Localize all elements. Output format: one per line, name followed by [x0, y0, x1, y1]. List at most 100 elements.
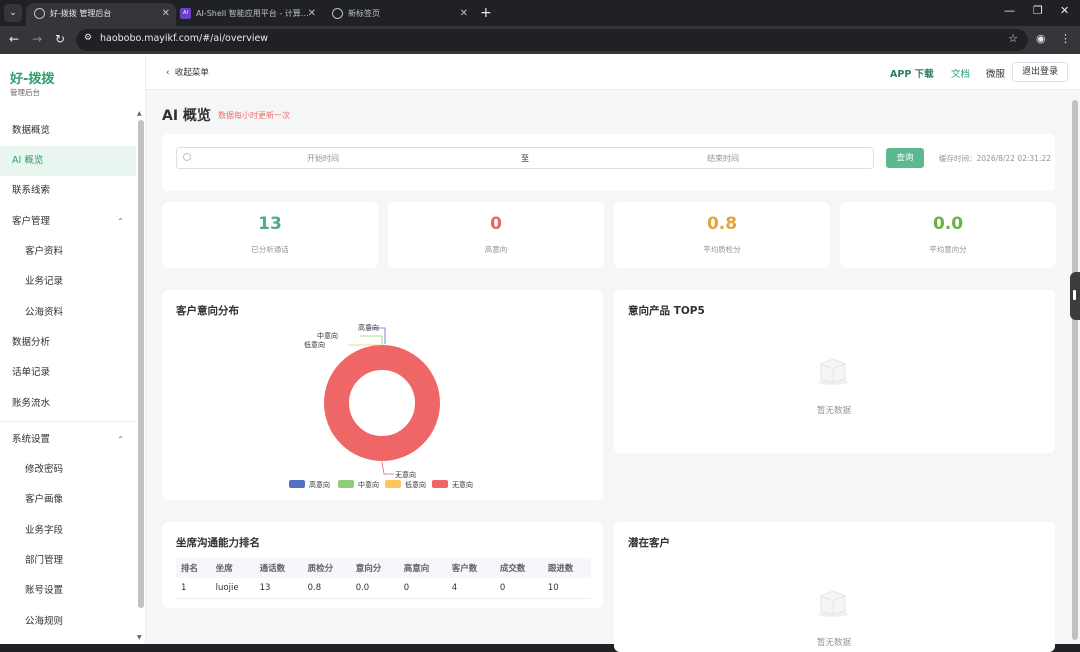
browser-tab-aishell[interactable]: AI AI-Shell 智能应用平台 - 计算… ✕ [172, 3, 322, 26]
restore-icon[interactable]: ❐ [1033, 4, 1043, 17]
app-download-link[interactable]: APP 下载 [890, 66, 934, 80]
column-header: 成交数 [494, 558, 543, 578]
legend-item[interactable]: 中意向 [338, 480, 379, 489]
stat-value: 0.8 [706, 214, 738, 234]
stat-card-high-intent: 0 高意向 [388, 202, 604, 268]
window-close-icon[interactable]: ✕ [1060, 4, 1069, 17]
collapse-menu-label: 收起菜单 [174, 68, 209, 78]
tab-search-icon[interactable]: ⌄ [4, 4, 22, 22]
close-icon[interactable]: ✕ [460, 3, 468, 24]
stat-value: 13 [258, 214, 282, 234]
empty-box-icon [818, 590, 848, 617]
tab-title: 新标签页 [348, 9, 380, 18]
table-cell: 1 [176, 578, 211, 599]
sidebar-item-system-settings[interactable]: 系统设置 ⌃ [0, 425, 136, 455]
docs-link[interactable]: 文档 [951, 66, 970, 80]
sidebar-item-label: 业务记录 [25, 276, 64, 287]
url-text: haobobo.mayikf.com/#/ai/overview [100, 33, 269, 44]
legend-swatch [432, 480, 448, 488]
browser-toolbar: ← → ↻ ⚙ haobobo.mayikf.com/#/ai/overview… [0, 26, 1080, 54]
profile-icon[interactable]: ◉ [1036, 32, 1046, 45]
legend-label: 低意向 [405, 480, 426, 489]
sidebar-item-leads[interactable]: 联系线索 [0, 176, 136, 206]
sidebar-item-data-analysis[interactable]: 数据分析 [0, 328, 136, 358]
stat-label: 高意向 [484, 245, 508, 254]
legend-swatch [338, 480, 354, 488]
side-panel-handle-icon[interactable] [1070, 272, 1080, 320]
sidebar-item-customer-mgmt[interactable]: 客户管理 ⌃ [0, 207, 136, 237]
potential-empty-text: 暂无数据 [817, 638, 852, 648]
sidebar-item-label: AI 概览 [12, 155, 44, 166]
new-tab-icon[interactable]: + [480, 3, 492, 23]
stat-label: 平均意向分 [929, 245, 967, 254]
sidebar-item-billing[interactable]: 账务流水 [0, 389, 136, 419]
table-cell: 4 [446, 578, 495, 599]
sidebar-item-business-fields[interactable]: 业务字段 [0, 516, 136, 546]
top5-title: 意向产品 TOP5 [628, 305, 705, 317]
site-info-icon[interactable]: ⚙ [84, 33, 96, 45]
back-icon[interactable]: ← [9, 32, 19, 46]
column-header: 跟进数 [542, 558, 591, 578]
sidebar-item-customer-profile[interactable]: 客户资料 [0, 237, 136, 267]
ranking-title: 坐席沟通能力排名 [176, 537, 260, 549]
reload-icon[interactable]: ↻ [55, 32, 65, 46]
column-header: 排名 [176, 558, 211, 578]
bookmark-star-icon[interactable]: ☆ [1008, 32, 1018, 45]
clock-icon [183, 153, 191, 161]
table-cell: 10 [542, 578, 591, 599]
forward-icon[interactable]: → [32, 32, 42, 46]
logout-button[interactable]: 退出登录 [1012, 62, 1068, 82]
start-time-input[interactable]: 开始时间 [307, 153, 339, 164]
address-bar[interactable]: ⚙ haobobo.mayikf.com/#/ai/overview ☆ [76, 29, 1028, 51]
stat-label: 已分析通话 [251, 245, 289, 254]
legend-item[interactable]: 无意向 [432, 480, 473, 489]
sidebar-item-label: 数据分析 [12, 337, 51, 348]
sidebar-item-public-pool[interactable]: 公海资料 [0, 298, 136, 328]
legend-item[interactable]: 低意向 [385, 480, 426, 489]
close-icon[interactable]: ✕ [162, 3, 170, 24]
stat-value: 0 [490, 214, 502, 234]
wechat-link[interactable]: 微服 [986, 66, 1005, 80]
collapse-menu-button[interactable]: ‹ 收起菜单 [166, 66, 209, 78]
date-range-picker[interactable]: 开始时间 至 结束时间 [176, 147, 874, 169]
chrome-icon [332, 8, 343, 19]
main-scrollbar[interactable] [1072, 100, 1078, 640]
browser-tab-admin[interactable]: 好-拨拨 管理后台 ✕ [26, 3, 176, 26]
sidebar-item-call-records[interactable]: 话单记录 [0, 358, 136, 388]
brand-subtitle: 管理后台 [10, 88, 40, 97]
legend-swatch [385, 480, 401, 488]
browser-tab-newtab[interactable]: 新标签页 ✕ [324, 3, 474, 26]
legend-item[interactable]: 高意向 [289, 480, 330, 489]
brand-logo: 好-拨拨 [10, 72, 55, 87]
ranking-table: 排名 坐席 通话数 质检分 意向分 高意向 客户数 成交数 跟进数 1 luojie 13 0.8 0.… [176, 558, 591, 599]
sidebar-item-ai-overview[interactable]: AI 概览 [0, 146, 136, 176]
browser-menu-icon[interactable]: ⋮ [1060, 32, 1071, 45]
table-cell: 13 [254, 578, 303, 599]
scroll-up-arrow-icon[interactable]: ▲ [137, 110, 142, 117]
update-note: 数据每小时更新一次 [218, 111, 290, 120]
sidebar-item-label: 业务字段 [25, 525, 64, 536]
range-separator: 至 [521, 154, 529, 163]
intent-chart-title: 客户意向分布 [176, 305, 239, 317]
sidebar-item-customer-persona[interactable]: 客户画像 [0, 485, 136, 515]
sidebar-item-pool-rules[interactable]: 公海规则 [0, 607, 136, 637]
query-button[interactable]: 查询 [886, 148, 924, 168]
table-header-row: 排名 坐席 通话数 质检分 意向分 高意向 客户数 成交数 跟进数 [176, 558, 591, 578]
sidebar-item-departments[interactable]: 部门管理 [0, 546, 136, 576]
legend-label: 无意向 [452, 480, 473, 489]
sidebar-item-label: 账务流水 [12, 398, 51, 409]
pie-slice[interactable] [324, 345, 440, 461]
app-page: 好-拨拨 管理后台 数据概览 AI 概览 联系线索 客户管理 ⌃ 客户资料 业务记… [0, 54, 1080, 652]
close-icon[interactable]: ✕ [308, 3, 316, 24]
sidebar-scrollbar[interactable] [138, 120, 144, 608]
end-time-input[interactable]: 结束时间 [707, 153, 739, 164]
sidebar-item-label: 修改密码 [25, 464, 64, 475]
sidebar-item-data-overview[interactable]: 数据概览 [0, 116, 136, 146]
sidebar-item-change-password[interactable]: 修改密码 [0, 455, 136, 485]
tab-title: AI-Shell 智能应用平台 - 计算… [196, 9, 309, 18]
minimize-icon[interactable]: — [1004, 4, 1015, 17]
scroll-down-arrow-icon[interactable]: ▼ [137, 634, 142, 641]
column-header: 通话数 [254, 558, 303, 578]
sidebar-item-account-settings[interactable]: 账号设置 [0, 576, 136, 606]
sidebar-item-business-records[interactable]: 业务记录 [0, 267, 136, 297]
